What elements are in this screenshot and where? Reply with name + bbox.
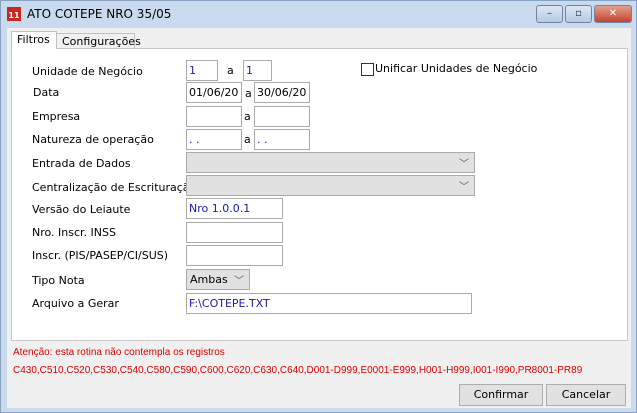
- unidade-sep: a: [227, 64, 234, 77]
- chevron-down-icon: ﹀: [459, 159, 469, 170]
- empresa-label: Empresa: [32, 110, 81, 123]
- versao-input[interactable]: Nro 1.0.0.1: [186, 198, 283, 219]
- unificar-checkbox[interactable]: [361, 63, 374, 76]
- natureza-label: Natureza de operação: [32, 133, 154, 146]
- empresa-from-input[interactable]: [186, 106, 242, 127]
- maximize-button[interactable]: ▫: [565, 5, 592, 23]
- empresa-sep: a: [244, 110, 251, 123]
- arquivo-label: Arquivo a Gerar: [32, 297, 119, 310]
- tab-configuracoes[interactable]: Configurações: [56, 33, 141, 48]
- dialog-window: 11 ATO COTEPE NRO 35/05 – ▫ ✕ Filtros Co…: [0, 0, 637, 413]
- inss-label: Nro. Inscr. INSS: [32, 226, 116, 239]
- warning-text: Atenção: esta rotina não contempla os re…: [13, 347, 225, 358]
- tab-filtros[interactable]: Filtros: [11, 31, 57, 49]
- minimize-button[interactable]: –: [536, 5, 563, 23]
- dialog-body: Filtros Configurações Unidade de Negócio…: [7, 28, 631, 408]
- inscr-input[interactable]: [186, 245, 283, 266]
- close-button[interactable]: ✕: [594, 5, 632, 23]
- confirm-button[interactable]: Confirmar: [459, 384, 543, 406]
- data-to-input[interactable]: 30/06/20: [254, 82, 310, 103]
- inss-input[interactable]: [186, 222, 283, 243]
- tipo-nota-select[interactable]: Ambas ﹀: [186, 269, 250, 290]
- data-sep: a: [245, 87, 252, 100]
- natureza-sep: a: [244, 133, 251, 146]
- unidade-label: Unidade de Negócio: [32, 65, 143, 78]
- app-logo-icon: 11: [7, 7, 21, 21]
- unidade-from-input[interactable]: 1: [186, 60, 218, 81]
- data-from-input[interactable]: 01/06/20: [186, 82, 242, 103]
- centralizacao-select[interactable]: ﹀: [186, 175, 475, 196]
- tipo-nota-label: Tipo Nota: [32, 274, 85, 287]
- entrada-select[interactable]: ﹀: [186, 152, 475, 173]
- tipo-nota-value: Ambas: [190, 273, 228, 286]
- window-title: ATO COTEPE NRO 35/05: [27, 7, 172, 21]
- chevron-down-icon: ﹀: [234, 276, 244, 287]
- warning-registros: C430,C510,C520,C530,C540,C580,C590,C600,…: [13, 365, 583, 376]
- natureza-from-input[interactable]: . .: [186, 129, 242, 150]
- data-label: Data: [33, 86, 60, 99]
- arquivo-input[interactable]: F:\COTEPE.TXT: [186, 293, 472, 314]
- entrada-label: Entrada de Dados: [32, 157, 131, 170]
- versao-label: Versão do Leiaute: [32, 203, 131, 216]
- cancel-button[interactable]: Cancelar: [546, 384, 626, 406]
- chevron-down-icon: ﹀: [459, 182, 469, 193]
- inscr-label: Inscr. (PIS/PASEP/CI/SUS): [32, 249, 169, 262]
- centralizacao-label: Centralização de Escrituração: [32, 181, 197, 194]
- unidade-to-input[interactable]: 1: [243, 60, 272, 81]
- title-bar[interactable]: 11 ATO COTEPE NRO 35/05 – ▫ ✕: [1, 1, 636, 27]
- unificar-label: Unificar Unidades de Negócio: [375, 62, 538, 75]
- empresa-to-input[interactable]: [254, 106, 310, 127]
- natureza-to-input[interactable]: . .: [254, 129, 310, 150]
